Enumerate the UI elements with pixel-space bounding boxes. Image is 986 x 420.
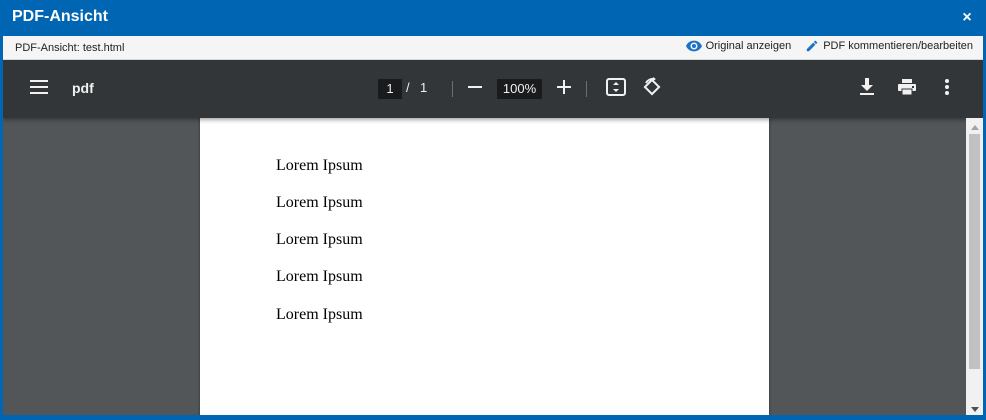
print-icon [898,78,916,100]
close-button[interactable]: × [960,8,974,28]
toolbar-divider [586,81,587,97]
pdf-viewer: pdf 1 / 1 100% Lorem Ipsum Lorem Ipsum L… [3,60,983,415]
vertical-scrollbar[interactable] [966,118,983,415]
current-page-input[interactable]: 1 [378,79,402,99]
document-text-line: Lorem Ipsum [276,306,363,323]
hamburger-menu-icon [30,79,48,99]
page-separator: / [406,80,410,95]
dialog-title: PDF-Ansicht [12,8,108,25]
pdf-page: Lorem Ipsum Lorem Ipsum Lorem Ipsum Lore… [200,118,769,415]
document-text-line: Lorem Ipsum [276,268,363,285]
scroll-down-button[interactable] [966,400,983,415]
file-info-bar: PDF-Ansicht: test.html Original anzeigen… [3,36,983,60]
show-original-label: Original anzeigen [705,40,792,52]
scroll-up-button[interactable] [966,118,983,133]
pencil-icon [805,39,819,53]
print-button[interactable] [891,73,923,105]
more-vertical-icon [945,78,949,100]
plus-icon [557,79,571,99]
scroll-down-arrow-icon [970,399,979,416]
rotate-icon [642,76,662,102]
more-actions-button[interactable] [931,73,963,105]
scroll-up-arrow-icon [970,117,979,135]
edit-pdf-button[interactable]: PDF kommentieren/bearbeiten [805,39,973,53]
zoom-level-input[interactable]: 100% [497,79,542,99]
download-icon [859,77,875,101]
minus-icon [468,80,482,99]
pdf-view-dialog: PDF-Ansicht × PDF-Ansicht: test.html Ori… [0,0,986,420]
document-text-line: Lorem Ipsum [276,231,363,248]
show-original-button[interactable]: Original anzeigen [685,40,792,52]
pdf-toolbar: pdf 1 / 1 100% [3,60,983,118]
fit-to-page-button[interactable] [600,73,632,105]
document-text-line: Lorem Ipsum [276,194,363,211]
eye-icon [685,40,702,52]
document-text-line: Lorem Ipsum [276,157,363,174]
file-name-label: PDF-Ansicht: test.html [15,42,125,54]
download-button[interactable] [851,73,883,105]
scrollbar-thumb[interactable] [969,134,980,369]
info-actions: Original anzeigen PDF kommentieren/bearb… [685,39,973,53]
menu-button[interactable] [23,73,55,105]
zoom-out-button[interactable] [459,73,491,105]
toolbar-divider [452,81,453,97]
zoom-in-button[interactable] [548,73,580,105]
document-title: pdf [72,80,94,96]
rotate-button[interactable] [636,73,668,105]
fit-to-page-icon [606,77,626,101]
edit-pdf-label: PDF kommentieren/bearbeiten [823,40,973,52]
total-pages: 1 [420,80,428,95]
dialog-titlebar: PDF-Ansicht × [0,0,986,36]
